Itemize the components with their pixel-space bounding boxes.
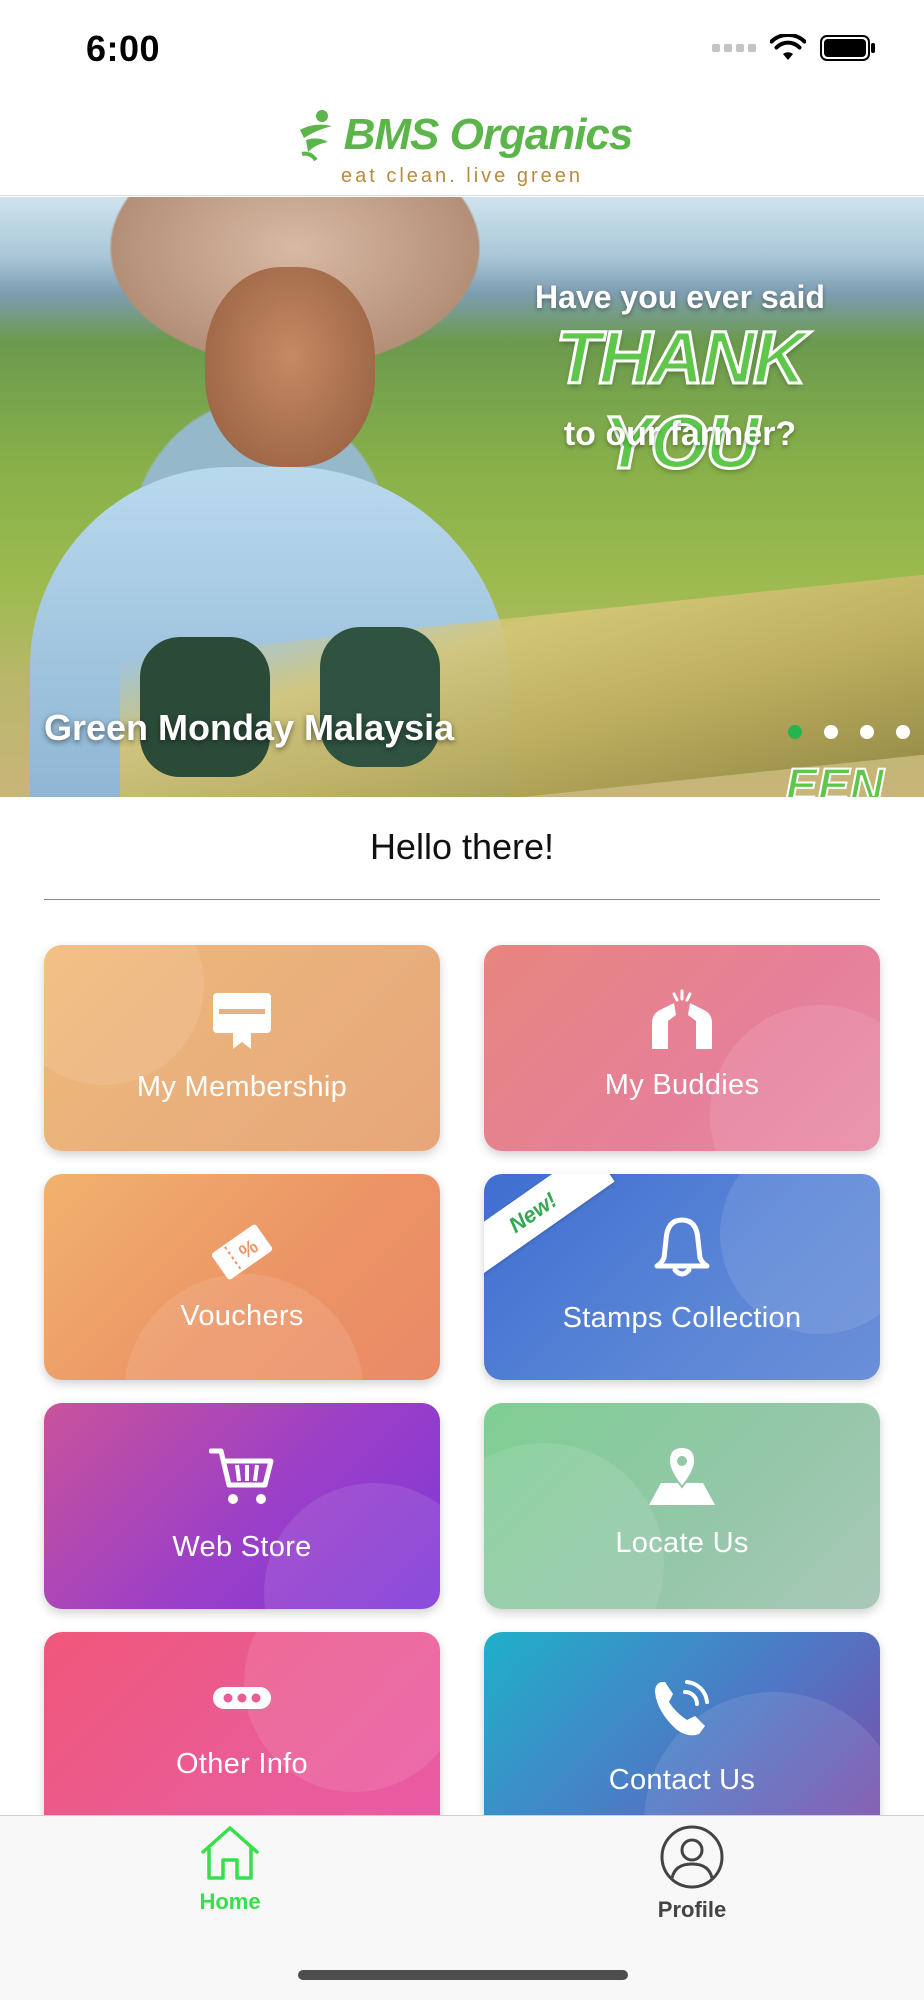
hero-banner-carousel[interactable]: Have you ever said THANK YOU to our farm… xyxy=(0,197,924,797)
greeting-text: Hello there! xyxy=(369,826,555,867)
cellular-signal-icon xyxy=(712,44,756,52)
carousel-dot-2[interactable] xyxy=(824,725,838,739)
carousel-dot-1[interactable] xyxy=(788,725,802,739)
status-bar: 6:00 xyxy=(0,0,924,100)
map-pin-icon xyxy=(649,1445,715,1505)
wifi-icon xyxy=(770,34,806,60)
hero-headline-3: to our farmer? xyxy=(563,415,797,453)
contact-us-tile[interactable]: Contact Us xyxy=(484,1632,880,1838)
divider xyxy=(44,899,880,900)
status-icons xyxy=(712,34,876,62)
tile-label: Locate Us xyxy=(615,1527,749,1559)
logo-tagline: eat clean. live green xyxy=(340,165,583,187)
tile-label: My Membership xyxy=(136,1071,348,1103)
tab-home[interactable]: Home xyxy=(130,1824,330,1915)
vouchers-tile[interactable]: % Vouchers xyxy=(44,1174,440,1380)
battery-icon xyxy=(820,35,875,61)
my-buddies-tile[interactable]: My Buddies xyxy=(484,945,880,1151)
bell-icon xyxy=(654,1217,710,1277)
stamps-collection-tile[interactable]: New! Stamps Collection xyxy=(484,1174,880,1380)
tab-profile[interactable]: Profile xyxy=(592,1824,792,1923)
hero-caption: Green Monday Malaysia xyxy=(44,707,455,748)
tile-label: Other Info xyxy=(176,1748,308,1780)
status-time: 6:00 xyxy=(86,28,161,69)
leaf-figure-icon xyxy=(299,110,332,162)
my-membership-tile[interactable]: My Membership xyxy=(44,945,440,1151)
hero-headline-1: Have you ever said xyxy=(535,279,825,315)
new-badge: New! xyxy=(484,1174,615,1279)
brand-logo: BMS Organics eat clean. live green xyxy=(0,108,924,188)
other-info-tile[interactable]: Other Info xyxy=(44,1632,440,1838)
tab-profile-label: Profile xyxy=(657,1897,727,1922)
locate-us-tile[interactable]: Locate Us xyxy=(484,1403,880,1609)
carousel-dot-3[interactable] xyxy=(860,725,874,739)
voucher-percent-icon: % xyxy=(211,1224,273,1280)
phone-call-icon xyxy=(655,1680,709,1736)
carousel-pagination[interactable] xyxy=(788,725,910,739)
tile-label: Stamps Collection xyxy=(562,1302,802,1334)
home-indicator xyxy=(298,1970,628,1980)
tile-label: Vouchers xyxy=(180,1300,304,1332)
tile-label: Web Store xyxy=(172,1531,312,1563)
membership-card-icon xyxy=(213,993,271,1049)
hero-corner-text: EEN xyxy=(784,759,885,797)
logo-text: BMS Organics xyxy=(343,110,634,159)
app-header: BMS Organics eat clean. live green xyxy=(0,100,924,196)
tab-home-label: Home xyxy=(199,1889,261,1914)
hero-headline-2: THANK YOU xyxy=(554,315,808,486)
tile-label: Contact Us xyxy=(608,1764,756,1796)
high-five-icon xyxy=(652,989,712,1049)
home-icon xyxy=(201,1826,259,1880)
more-dots-icon xyxy=(213,1687,271,1709)
web-store-tile[interactable]: Web Store xyxy=(44,1403,440,1609)
shopping-cart-icon xyxy=(209,1448,274,1504)
tile-label: My Buddies xyxy=(604,1069,760,1101)
profile-icon xyxy=(660,1825,724,1889)
carousel-dot-4[interactable] xyxy=(896,725,910,739)
